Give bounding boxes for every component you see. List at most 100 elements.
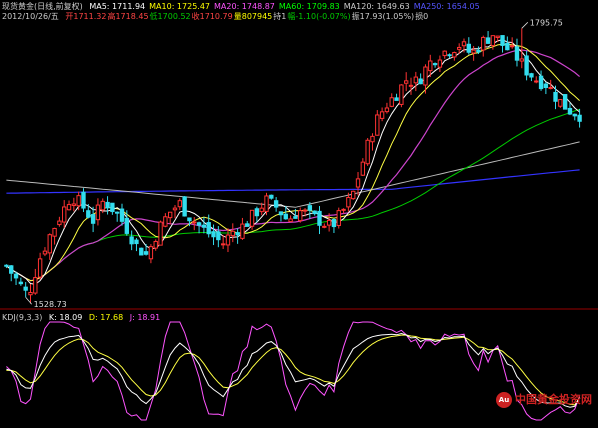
candle-down xyxy=(23,286,28,291)
candle-up xyxy=(264,195,269,212)
candle-down xyxy=(505,42,510,51)
candle-up xyxy=(326,219,332,226)
candle-down xyxy=(273,200,279,208)
ma10-line xyxy=(6,43,580,282)
candle-down xyxy=(269,194,274,199)
candle-down xyxy=(307,205,313,211)
watermark-text: 中国黄金投资网 xyxy=(515,393,592,406)
low-price-label: 1528.73 xyxy=(34,300,67,309)
candle-down xyxy=(115,211,120,214)
candle-down xyxy=(500,35,505,46)
candle-down xyxy=(466,43,471,53)
candle-up xyxy=(288,218,293,223)
kdj-d-line xyxy=(6,334,581,406)
candle-up xyxy=(399,84,404,105)
candle-up xyxy=(249,209,255,227)
candle-down xyxy=(524,55,529,76)
high-price-label: 1795.75 xyxy=(530,18,563,27)
candle-down xyxy=(432,63,438,66)
candle-up xyxy=(452,52,457,58)
candle-up xyxy=(355,178,361,188)
candle-down xyxy=(331,219,337,228)
candle-up xyxy=(548,86,553,90)
candle-down xyxy=(134,239,139,245)
site-watermark: Au 中国黄金投资网 xyxy=(496,391,592,408)
candle-down xyxy=(216,231,221,241)
candle-down xyxy=(317,210,322,226)
ma60-line xyxy=(6,108,580,282)
candle-down xyxy=(572,113,577,117)
candle-up xyxy=(167,211,173,219)
candle-down xyxy=(245,223,250,227)
candle-up xyxy=(33,277,38,294)
candle-down xyxy=(562,94,568,110)
candle-down xyxy=(201,224,207,228)
candle-down xyxy=(9,265,14,274)
kdj-j-line xyxy=(6,321,581,421)
candle-down xyxy=(476,49,481,53)
candle-up xyxy=(62,206,67,223)
candle-up xyxy=(442,50,447,57)
candle-up xyxy=(158,221,163,246)
candle-up xyxy=(351,190,356,200)
candle-up xyxy=(481,36,486,51)
candle-down xyxy=(418,78,423,85)
candle-down xyxy=(312,210,317,215)
candle-up xyxy=(558,99,563,107)
candle-up xyxy=(471,49,476,54)
candle-down xyxy=(139,247,144,256)
candle-up xyxy=(66,204,72,211)
candle-up xyxy=(413,76,419,84)
candle-down xyxy=(81,191,86,209)
candle-up xyxy=(341,208,346,211)
price-marker-line xyxy=(521,21,529,29)
candle-down xyxy=(293,216,298,219)
candle-up xyxy=(100,200,105,211)
candle-down xyxy=(86,210,91,218)
candle-down xyxy=(553,91,558,102)
candle-up xyxy=(163,216,168,227)
chart-window: 现货黄金(日线,前复权) MA5: 1711.94 MA10: 1725.47 MA… xyxy=(0,0,598,428)
candle-down xyxy=(254,208,260,217)
candle-up xyxy=(57,220,62,226)
candle-down xyxy=(278,211,284,216)
candle-up xyxy=(220,243,226,246)
candle-down xyxy=(18,281,24,285)
candle-down xyxy=(235,232,240,236)
candle-down xyxy=(538,75,544,90)
candle-up xyxy=(148,246,154,260)
candle-down xyxy=(394,97,399,101)
candle-down xyxy=(485,37,491,44)
candle-down xyxy=(187,217,192,222)
candle-up xyxy=(76,195,81,207)
candle-up xyxy=(336,210,341,226)
candle-down xyxy=(119,208,125,222)
candle-down xyxy=(4,264,9,267)
candle-down xyxy=(283,213,288,220)
candle-up xyxy=(360,161,366,176)
candle-up xyxy=(365,139,370,165)
candle-down xyxy=(529,73,534,78)
candle-up xyxy=(37,258,43,278)
candle-down xyxy=(211,231,216,238)
candle-up xyxy=(423,66,428,86)
candle-up xyxy=(384,107,390,113)
candle-up xyxy=(408,84,414,87)
candle-up xyxy=(172,207,178,211)
price-chart: 1795.75 1528.73 xyxy=(0,18,598,421)
candle-up xyxy=(95,204,101,221)
candle-up xyxy=(240,223,245,239)
candle-down xyxy=(143,251,149,255)
candle-up xyxy=(192,221,197,224)
candle-up xyxy=(495,35,500,38)
candle-up xyxy=(259,207,264,213)
candle-up xyxy=(298,210,303,222)
candle-up xyxy=(375,114,380,136)
candle-up xyxy=(52,227,57,237)
candle-down xyxy=(182,196,187,217)
candle-up xyxy=(47,234,52,254)
candle-down xyxy=(206,222,211,235)
candle-down xyxy=(13,273,19,279)
candle-up xyxy=(346,196,351,208)
candle-up xyxy=(225,234,231,246)
